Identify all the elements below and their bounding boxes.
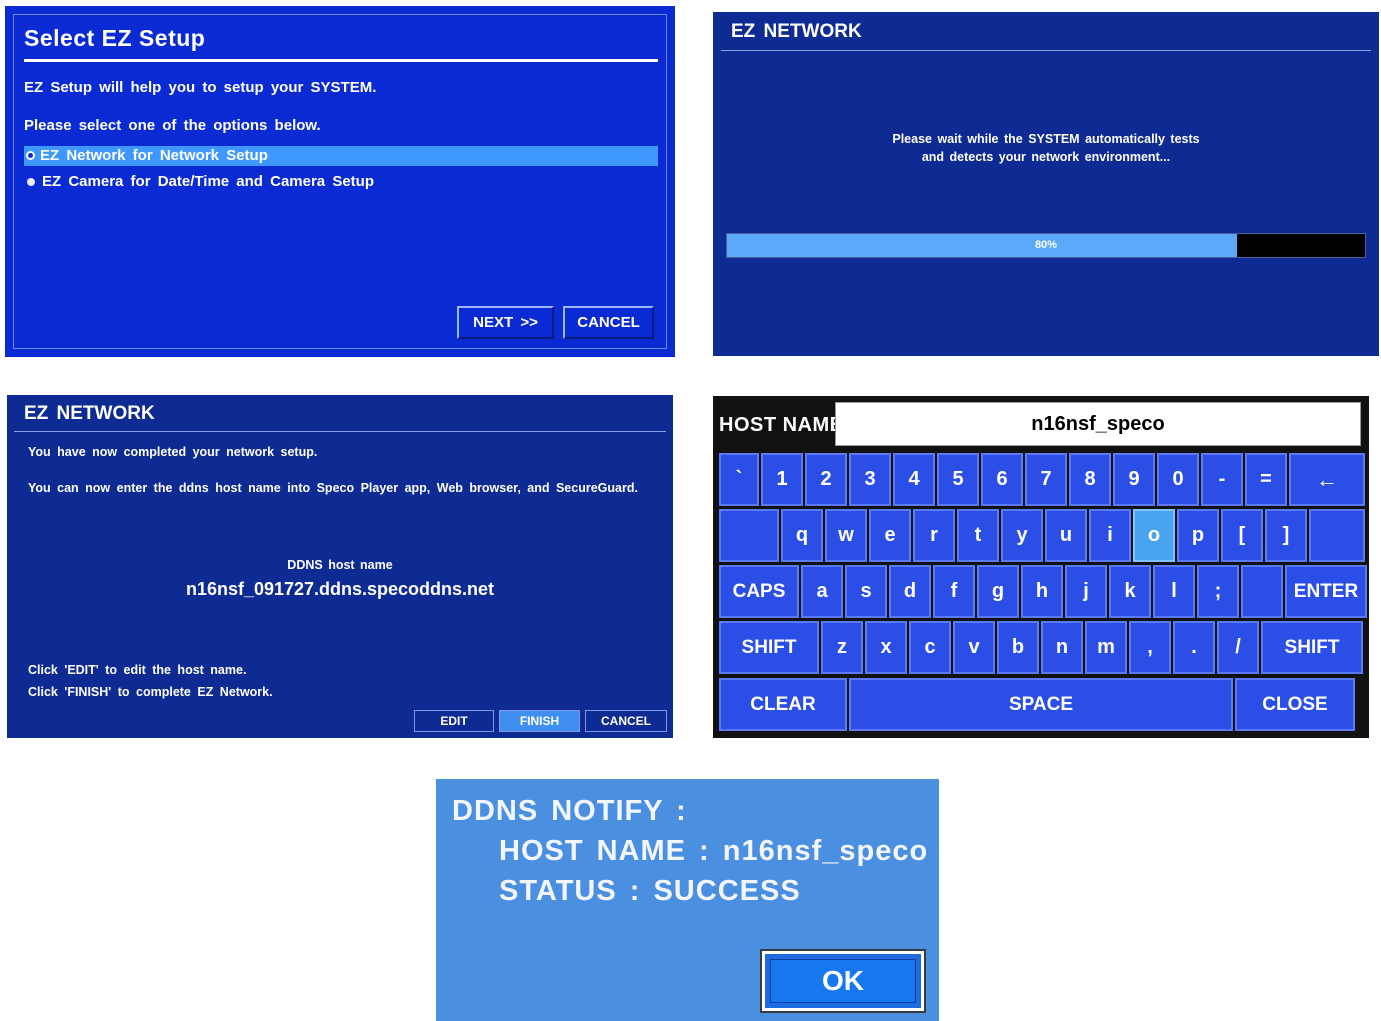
key-j[interactable]: j (1065, 565, 1107, 618)
radio-icon (27, 177, 35, 186)
option-label: EZ Network for Network Setup (40, 147, 268, 164)
key-i[interactable]: i (1089, 509, 1131, 562)
key-y[interactable]: y (1001, 509, 1043, 562)
key-minus[interactable]: - (1201, 453, 1243, 506)
edit-button[interactable]: EDIT (414, 710, 494, 732)
key-backtick[interactable]: ` (719, 453, 759, 506)
option-ez-camera[interactable]: EZ Camera for Date/Time and Camera Setup (24, 172, 658, 192)
key-l[interactable]: l (1153, 565, 1195, 618)
notify-status: STATUS : SUCCESS (499, 875, 801, 907)
title-divider (14, 431, 666, 432)
key-right-bracket[interactable]: ] (1265, 509, 1307, 562)
host-name-label: HOST NAME (719, 414, 844, 436)
finish-hint: Click 'FINISH' to complete EZ Network. (28, 685, 273, 699)
ok-button[interactable]: OK (760, 949, 926, 1013)
key-8[interactable]: 8 (1069, 453, 1111, 506)
key-u[interactable]: u (1045, 509, 1087, 562)
progress-percent: 80% (1034, 239, 1058, 251)
dialog-title: Select EZ Setup (24, 25, 206, 51)
cancel-button[interactable]: CANCEL (585, 710, 667, 732)
dialog-title: EZ NETWORK (731, 21, 862, 42)
ez-network-progress-dialog: EZ NETWORK Please wait while the SYSTEM … (713, 12, 1379, 356)
ok-button-label: OK (770, 959, 916, 1003)
key-s[interactable]: s (845, 565, 887, 618)
key-n[interactable]: n (1041, 621, 1083, 674)
ez-network-complete-dialog: EZ NETWORK You have now completed your n… (7, 395, 673, 738)
key-e[interactable]: e (869, 509, 911, 562)
instructions-text: You can now enter the ddns host name int… (28, 481, 638, 495)
key-d[interactable]: d (889, 565, 931, 618)
key-2[interactable]: 2 (805, 453, 847, 506)
key-w[interactable]: w (825, 509, 867, 562)
key-left-bracket[interactable]: [ (1221, 509, 1263, 562)
blank-key-3-11[interactable] (1241, 565, 1283, 618)
key-7[interactable]: 7 (1025, 453, 1067, 506)
key-h[interactable]: h (1021, 565, 1063, 618)
key-4[interactable]: 4 (893, 453, 935, 506)
wait-message-line1: Please wait while the SYSTEM automatical… (892, 132, 1200, 146)
radio-selected-icon (28, 153, 33, 159)
ddns-host-value: n16nsf_091727.ddns.specoddns.net (185, 579, 495, 599)
edit-hint: Click 'EDIT' to edit the host name. (28, 663, 247, 677)
key-semicolon[interactable]: ; (1197, 565, 1239, 618)
blank-key-2-13[interactable] (1309, 509, 1365, 562)
key-6[interactable]: 6 (981, 453, 1023, 506)
key-0[interactable]: 0 (1157, 453, 1199, 506)
key-r[interactable]: r (913, 509, 955, 562)
key-z[interactable]: z (821, 621, 863, 674)
finish-button[interactable]: FINISH (499, 710, 580, 732)
key-close[interactable]: CLOSE (1235, 678, 1355, 731)
key-3[interactable]: 3 (849, 453, 891, 506)
instruction-text: Please select one of the options below. (24, 117, 321, 134)
key-shift[interactable]: SHIFT (1261, 621, 1363, 674)
key-1[interactable]: 1 (761, 453, 803, 506)
next-button[interactable]: NEXT >> (457, 306, 554, 339)
ddns-notify-dialog: DDNS NOTIFY : HOST NAME : n16nsf_speco S… (436, 779, 939, 1021)
option-label: EZ Camera for Date/Time and Camera Setup (42, 173, 374, 190)
ez-setup-frame: Select EZ Setup EZ Setup will help you t… (13, 14, 667, 349)
dialog-title: EZ NETWORK (24, 403, 155, 424)
key-enter[interactable]: ENTER (1285, 565, 1367, 618)
key-period[interactable]: . (1173, 621, 1215, 674)
virtual-keyboard: HOST NAME n16nsf_speco ` 1 2 3 4 5 6 7 8 9 0- = ← q w e… (713, 396, 1369, 738)
intro-text: EZ Setup will help you to setup your SYS… (24, 79, 377, 96)
host-name-input[interactable]: n16nsf_speco (835, 402, 1361, 446)
key-v[interactable]: v (953, 621, 995, 674)
key-k[interactable]: k (1109, 565, 1151, 618)
key-x[interactable]: x (865, 621, 907, 674)
key-f[interactable]: f (933, 565, 975, 618)
key-c[interactable]: c (909, 621, 951, 674)
key-space[interactable]: SPACE (849, 678, 1233, 731)
key-slash[interactable]: / (1217, 621, 1259, 674)
blank-key-2-0[interactable] (719, 509, 779, 562)
key-m[interactable]: m (1085, 621, 1127, 674)
notify-title: DDNS NOTIFY : (452, 795, 687, 827)
key-clear[interactable]: CLEAR (719, 678, 847, 731)
key-caps[interactable]: CAPS (719, 565, 799, 618)
key-o[interactable]: o (1133, 509, 1175, 562)
ez-setup-dialog: Select EZ Setup EZ Setup will help you t… (5, 6, 675, 357)
option-ez-network[interactable]: EZ Network for Network Setup (24, 146, 658, 166)
key-p[interactable]: p (1177, 509, 1219, 562)
title-divider (721, 50, 1371, 51)
notify-host-name: HOST NAME : n16nsf_speco (499, 835, 929, 867)
key-comma[interactable]: , (1129, 621, 1171, 674)
key-backspace[interactable]: ← (1289, 453, 1365, 506)
progress-bar: 80% (726, 233, 1366, 258)
key-equals[interactable]: = (1245, 453, 1287, 506)
wait-message-line2: and detects your network environment... (921, 150, 1171, 164)
completed-text: You have now completed your network setu… (28, 445, 318, 459)
title-divider (24, 59, 658, 62)
key-t[interactable]: t (957, 509, 999, 562)
key-shift[interactable]: SHIFT (719, 621, 819, 674)
ddns-host-label: DDNS host name (287, 558, 393, 572)
key-5[interactable]: 5 (937, 453, 979, 506)
cancel-button[interactable]: CANCEL (563, 306, 654, 339)
key-q[interactable]: q (781, 509, 823, 562)
key-b[interactable]: b (997, 621, 1039, 674)
key-a[interactable]: a (801, 565, 843, 618)
key-9[interactable]: 9 (1113, 453, 1155, 506)
key-g[interactable]: g (977, 565, 1019, 618)
